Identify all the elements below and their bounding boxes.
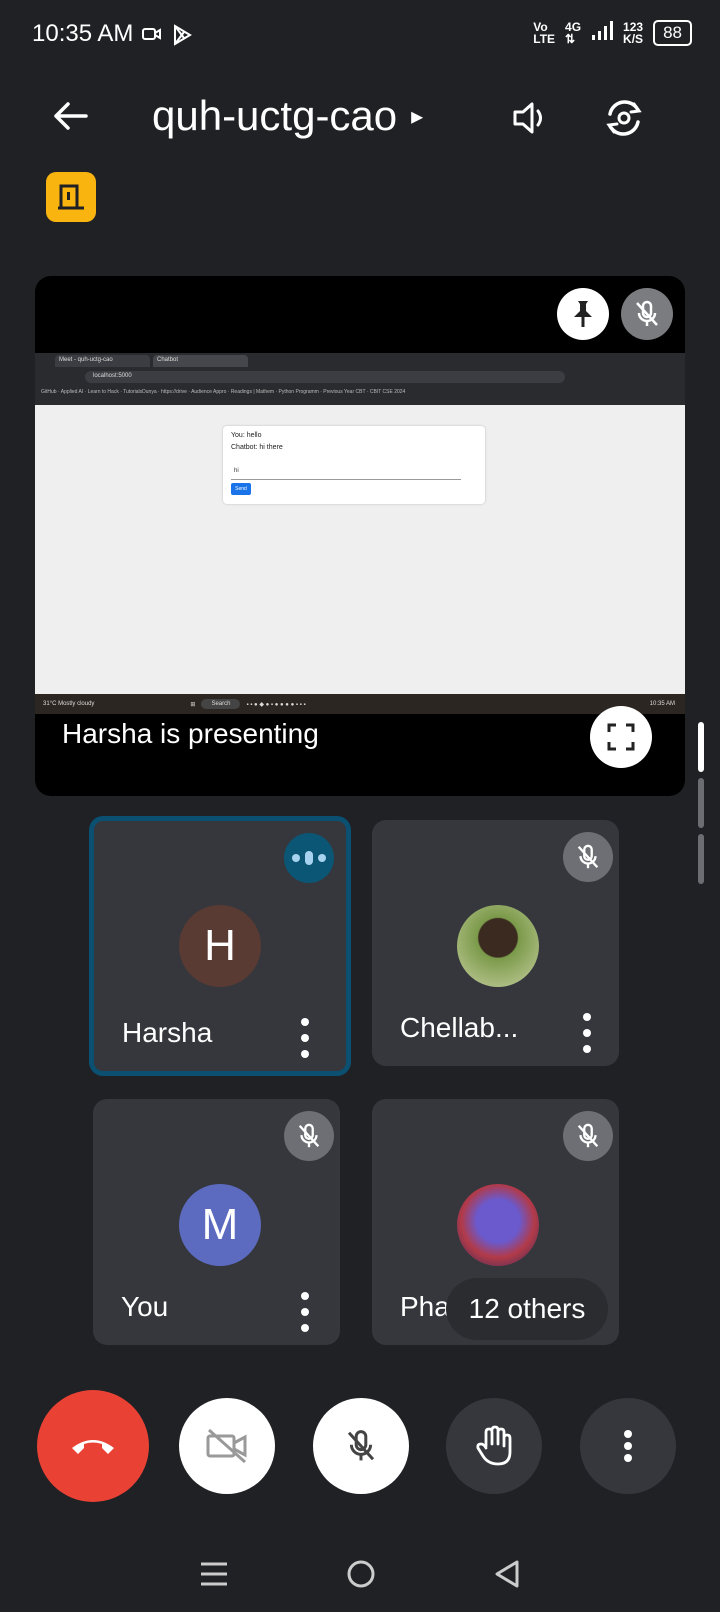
mute-indicator xyxy=(284,1111,334,1161)
windows-taskbar: 31°C Mostly cloudy ⊞ Search ▪ ▪ ● ◆ ● ▪ … xyxy=(35,694,685,714)
end-call-button[interactable] xyxy=(37,1390,149,1502)
more-options-icon[interactable] xyxy=(294,1292,316,1332)
others-count-pill[interactable]: 12 others xyxy=(446,1278,608,1340)
home-icon[interactable] xyxy=(346,1559,376,1594)
shared-screen: Meet - quh-uctg-cao Chatbot localhost:50… xyxy=(35,353,685,714)
network-gen: 4G ⇅ xyxy=(565,20,582,46)
chat-input: hi xyxy=(231,468,461,480)
raise-hand-button[interactable] xyxy=(446,1398,542,1494)
data-speed: 123 K/S xyxy=(623,20,644,46)
avatar-photo xyxy=(457,1184,539,1266)
recent-apps-icon[interactable] xyxy=(199,1560,229,1593)
status-right: Vo LTE 4G ⇅ 123 K/S 88 xyxy=(533,20,692,46)
speaker-icon[interactable] xyxy=(510,98,550,143)
scroll-indicator-active xyxy=(698,722,704,772)
avatar: M xyxy=(179,1184,261,1266)
hand-icon xyxy=(476,1425,512,1466)
mute-indicator xyxy=(563,832,613,882)
chatbot-card: You: hello Chatbot: hi there hi Send xyxy=(223,426,485,504)
taskbar-apps: ▪ ▪ ● ◆ ● ▪ ● ● ● ● ▪ ▪ ▪ xyxy=(246,701,306,708)
signal-icon xyxy=(591,21,614,45)
taskbar-search: Search xyxy=(201,699,241,709)
participant-name: Chellab... xyxy=(400,1012,519,1043)
meeting-code[interactable]: quh-uctg-cao ▸ xyxy=(152,92,423,140)
bookmarks-bar: GitHub · Applied AI · Learn to Hack · Tu… xyxy=(41,389,406,395)
chevron-right-icon: ▸ xyxy=(411,102,424,130)
mic-off-icon xyxy=(636,300,658,326)
taskbar-clock: 10:35 AM xyxy=(649,701,675,707)
browser-tab-chatbot: Chatbot xyxy=(153,355,248,367)
hang-up-icon xyxy=(72,1440,114,1454)
avatar: H xyxy=(179,905,261,987)
video-call-icon xyxy=(142,24,162,49)
url-bar: localhost:5000 xyxy=(85,371,565,383)
weather-widget: 31°C Mostly cloudy xyxy=(43,701,95,707)
participant-name: Harsha xyxy=(122,1017,213,1048)
more-vert-icon xyxy=(617,1430,639,1462)
more-options-icon[interactable] xyxy=(576,1013,598,1053)
back-arrow-icon[interactable] xyxy=(52,100,88,137)
mute-indicator xyxy=(563,1111,613,1161)
play-store-icon xyxy=(172,24,192,51)
participant-name: You xyxy=(121,1291,169,1322)
camera-toggle-button[interactable] xyxy=(179,1398,275,1494)
back-icon[interactable] xyxy=(493,1559,521,1594)
mic-off-icon xyxy=(577,1123,599,1148)
status-time: 10:35 AM xyxy=(32,20,134,47)
browser-tab-meet: Meet - quh-uctg-cao xyxy=(55,355,150,367)
door-icon xyxy=(58,184,84,210)
mic-off-icon xyxy=(347,1430,375,1461)
chat-send-button: Send xyxy=(231,483,251,495)
mic-off-icon xyxy=(298,1123,320,1148)
more-options-icon[interactable] xyxy=(294,1018,316,1058)
speaking-indicator xyxy=(284,833,334,883)
scroll-indicator xyxy=(698,834,704,884)
participant-tile-chellab[interactable]: Chellab... xyxy=(372,820,619,1066)
camera-off-icon xyxy=(206,1428,247,1464)
fullscreen-icon xyxy=(607,723,635,751)
pin-button[interactable] xyxy=(557,288,609,340)
participant-tile-you[interactable]: M You xyxy=(93,1099,340,1345)
switch-camera-icon[interactable] xyxy=(602,96,646,145)
more-options-button[interactable] xyxy=(580,1398,676,1494)
windows-start-icon: ⊞ xyxy=(190,701,196,708)
participant-tile-harsha[interactable]: H Harsha xyxy=(89,816,351,1076)
mic-off-icon xyxy=(577,844,599,869)
system-nav-bar xyxy=(0,1540,720,1612)
volte-indicator: Vo LTE xyxy=(533,20,556,46)
presenting-label: Harsha is presenting xyxy=(62,718,319,749)
battery-indicator: 88 xyxy=(653,20,692,46)
breakout-room-badge[interactable] xyxy=(46,172,96,222)
pin-icon xyxy=(574,301,592,327)
presentation-tile[interactable]: Meet - quh-uctg-cao Chatbot localhost:50… xyxy=(35,276,685,796)
chat-line-bot: Chatbot: hi there xyxy=(231,444,283,451)
mic-toggle-button[interactable] xyxy=(313,1398,409,1494)
scroll-indicator xyxy=(698,778,704,828)
chat-line-user: You: hello xyxy=(231,432,262,439)
fullscreen-button[interactable] xyxy=(590,706,652,768)
browser-chrome: Meet - quh-uctg-cao Chatbot localhost:50… xyxy=(35,353,685,405)
avatar-photo xyxy=(457,905,539,987)
presenter-mute-indicator xyxy=(621,288,673,340)
